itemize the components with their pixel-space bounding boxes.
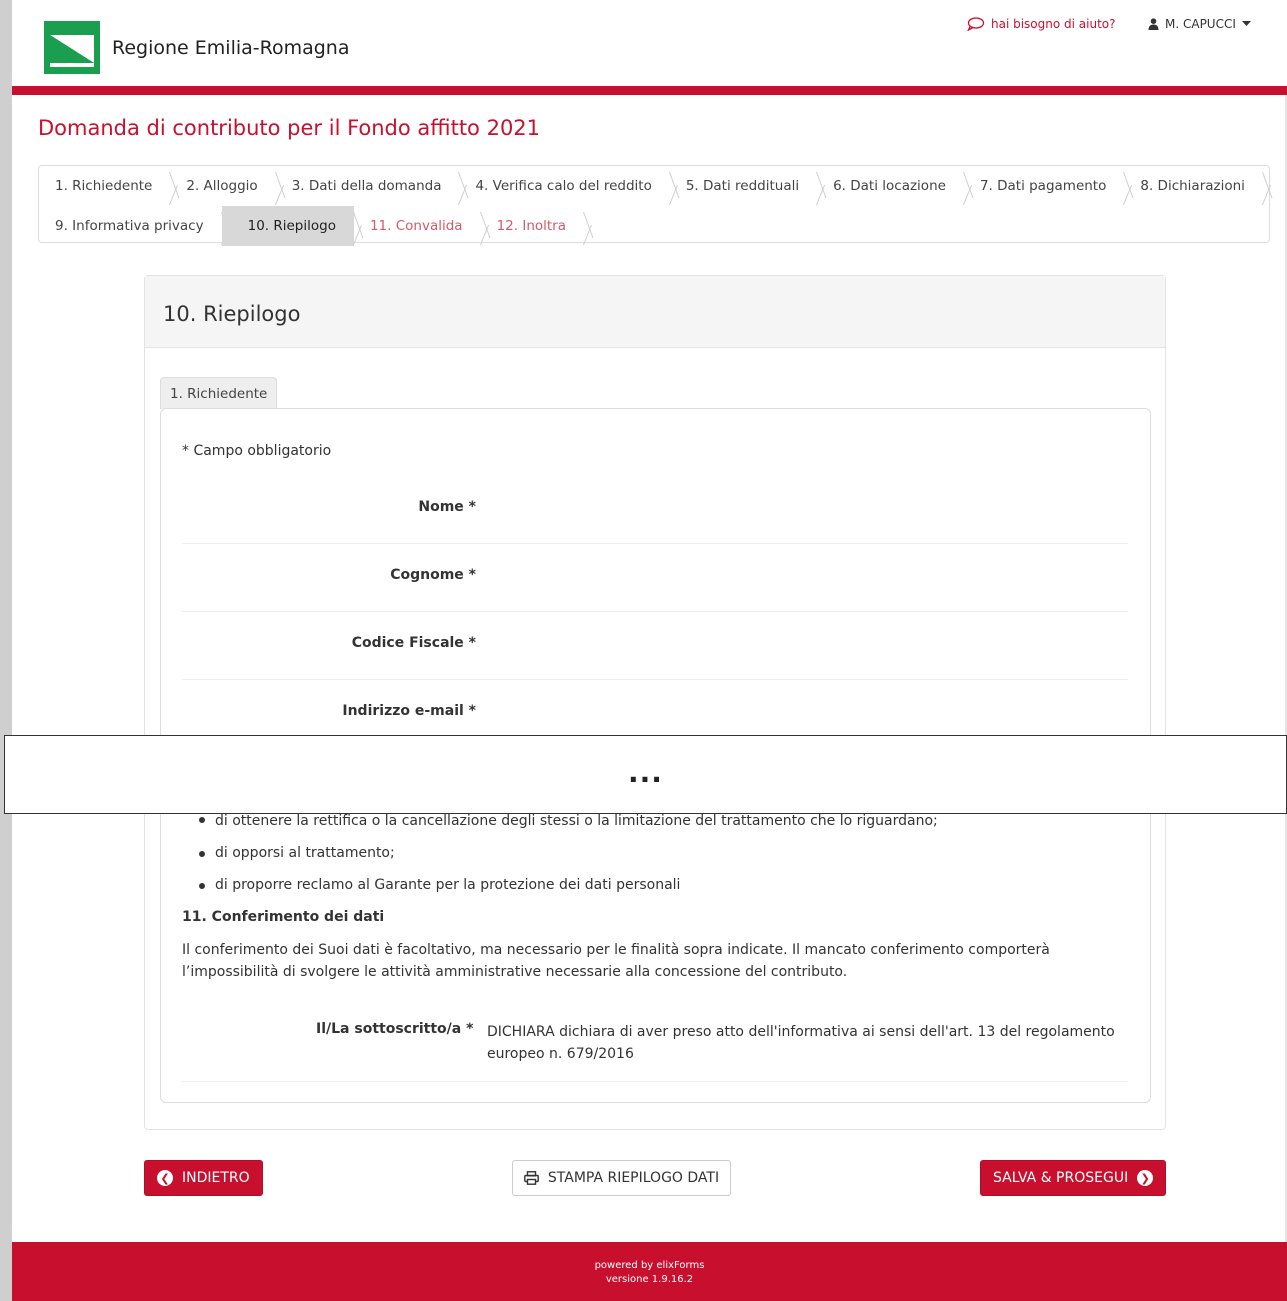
header-red-rule <box>12 86 1287 95</box>
step-convalida: 11. Convalida <box>354 206 481 246</box>
section-heading-conferimento: 11. Conferimento dei dati <box>182 909 385 925</box>
step-richiedente[interactable]: 1. Richiedente <box>39 166 170 206</box>
declaration-value: DICHIARA dichiara di aver preso atto del… <box>487 1024 1115 1062</box>
rights-bullet-partial: di ottenere la rettifica o la cancellazi… <box>197 813 938 829</box>
declaration-row: Il/La sottoscritto/a * DICHIARA dichiara… <box>182 1021 1128 1082</box>
wizard-steps-row-2: 9. Informativa privacy 10. Riepilogo 11.… <box>39 206 584 246</box>
step-informativa-privacy[interactable]: 9. Informativa privacy <box>39 206 222 246</box>
step-dati-reddituali[interactable]: 5. Dati reddituali <box>670 166 817 206</box>
save-continue-button[interactable]: SALVA & PROSEGUI ❯ <box>980 1160 1166 1196</box>
field-row-codice-fiscale: Codice Fiscale * <box>182 611 1128 680</box>
step-dati-domanda[interactable]: 3. Dati della domanda <box>276 166 460 206</box>
site-footer: powered by elixForms versione 1.9.16.2 <box>12 1242 1287 1301</box>
field-label-cognome: Cognome * <box>390 567 476 583</box>
page-title: Domanda di contributo per il Fondo affit… <box>38 116 541 140</box>
rights-list: di opporsi al trattamento; di proporre r… <box>197 845 680 909</box>
user-icon <box>1148 18 1159 30</box>
field-label-codice-fiscale: Codice Fiscale * <box>351 635 476 651</box>
field-row-nome: Nome * <box>182 475 1128 544</box>
declaration-label: Il/La sottoscritto/a * <box>316 1021 474 1037</box>
wizard-steps: 1. Richiedente 2. Alloggio 3. Dati della… <box>38 165 1270 246</box>
site-header: Regione Emilia-Romagna hai bisogno di ai… <box>12 0 1287 88</box>
list-item: di proporre reclamo al Garante per la pr… <box>197 877 680 909</box>
arrow-left-circle-icon: ❮ <box>157 1170 173 1186</box>
step-dati-pagamento[interactable]: 7. Dati pagamento <box>964 166 1124 206</box>
user-name: M. CAPUCCI <box>1165 17 1236 31</box>
print-summary-label: STAMPA RIEPILOGO DATI <box>547 1170 720 1186</box>
field-label-email: Indirizzo e-mail * <box>342 703 476 719</box>
panel-title: 10. Riepilogo <box>163 302 301 326</box>
arrow-right-circle-icon: ❯ <box>1137 1170 1154 1186</box>
speech-bubble-icon <box>967 17 985 31</box>
help-link[interactable]: hai bisogno di aiuto? <box>967 17 1116 31</box>
list-item: di opporsi al trattamento; <box>197 845 680 877</box>
help-link-label: hai bisogno di aiuto? <box>991 17 1116 31</box>
required-note: * Campo obbligatorio <box>182 443 332 459</box>
back-button-label: INDIETRO <box>182 1170 250 1186</box>
regione-logo-icon[interactable] <box>44 21 100 74</box>
brand-name[interactable]: Regione Emilia-Romagna <box>112 37 350 59</box>
caret-down-icon <box>1241 21 1251 26</box>
printer-icon <box>523 1171 539 1185</box>
summary-panel: 10. Riepilogo 1. Richiedente * Campo obb… <box>144 275 1166 1130</box>
panel-header: 10. Riepilogo <box>145 276 1165 348</box>
step-dati-locazione[interactable]: 6. Dati locazione <box>817 166 964 206</box>
field-row-cognome: Cognome * <box>182 543 1128 612</box>
save-continue-label: SALVA & PROSEGUI <box>993 1170 1129 1186</box>
step-inoltra: 12. Inoltra <box>481 206 584 246</box>
back-button[interactable]: ❮ INDIETRO <box>144 1160 263 1196</box>
version-text: versione 1.9.16.2 <box>605 1274 694 1285</box>
ellipsis-text: ... <box>628 756 663 789</box>
conferimento-paragraph: Il conferimento dei Suoi dati è facoltat… <box>182 942 1050 980</box>
print-summary-button[interactable]: STAMPA RIEPILOGO DATI <box>512 1160 731 1196</box>
rights-bullet-partial-text: di ottenere la rettifica o la cancellazi… <box>215 813 938 829</box>
content-omitted-bar: ... <box>4 735 1287 814</box>
step-riepilogo[interactable]: 10. Riepilogo <box>221 206 354 246</box>
tab-richiedente[interactable]: 1. Richiedente <box>160 377 278 409</box>
wizard-steps-row-1: 1. Richiedente 2. Alloggio 3. Dati della… <box>39 166 1263 206</box>
field-label-nome: Nome * <box>418 499 476 515</box>
left-edge-bar <box>0 0 12 1301</box>
step-verifica-calo-reddito[interactable]: 4. Verifica calo del reddito <box>459 166 669 206</box>
step-alloggio[interactable]: 2. Alloggio <box>170 166 275 206</box>
user-menu[interactable]: M. CAPUCCI <box>1148 17 1251 31</box>
step-dichiarazioni[interactable]: 8. Dichiarazioni <box>1124 166 1263 206</box>
powered-by-text: powered by elixForms <box>594 1260 705 1271</box>
